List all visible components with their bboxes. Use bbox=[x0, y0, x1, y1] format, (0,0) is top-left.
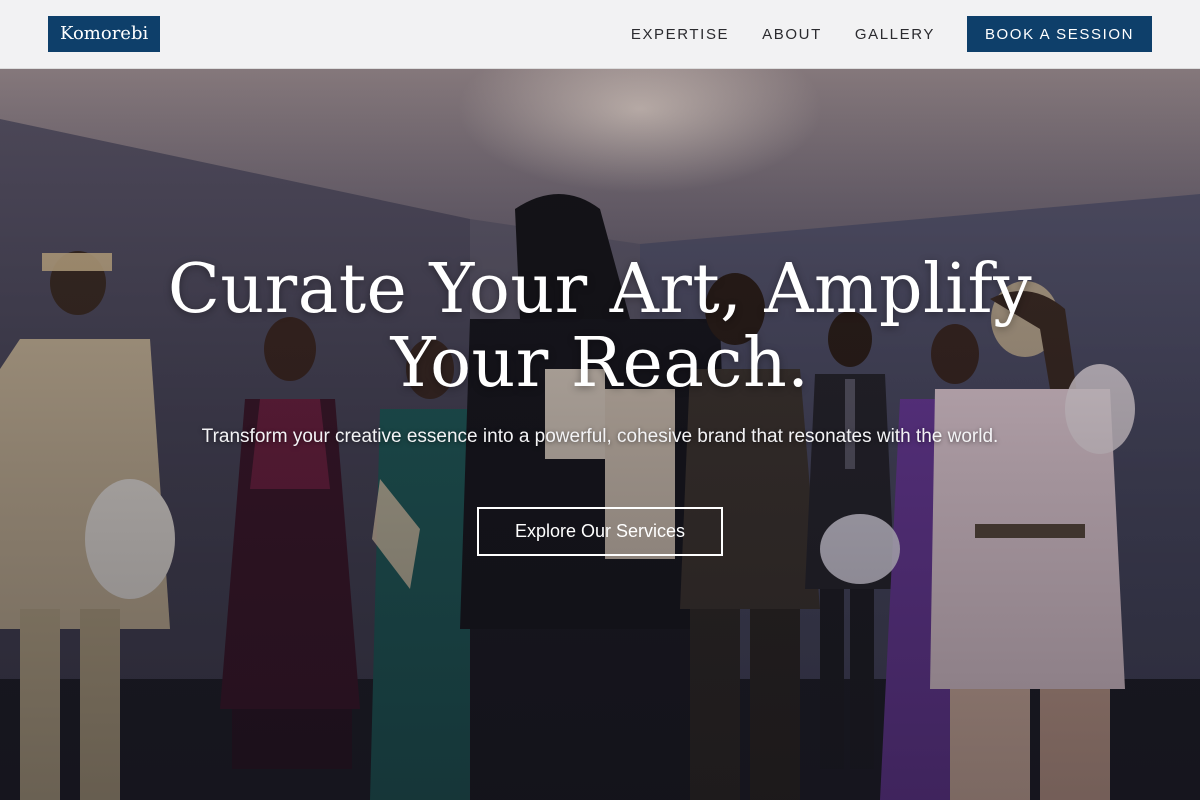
nav-link-about[interactable]: ABOUT bbox=[762, 26, 822, 43]
hero-title-line-1: Curate Your Art, Amplify bbox=[167, 250, 1033, 329]
hero-subtitle: Transform your creative essence into a p… bbox=[201, 426, 999, 447]
hero-title: Curate Your Art, Amplify Your Reach. bbox=[100, 253, 1100, 401]
explore-services-button[interactable]: Explore Our Services bbox=[477, 507, 723, 556]
site-header: Komorebi EXPERTISE ABOUT GALLERY BOOK A … bbox=[0, 0, 1200, 69]
book-session-button[interactable]: BOOK A SESSION bbox=[967, 16, 1152, 52]
main-nav: EXPERTISE ABOUT GALLERY BOOK A SESSION bbox=[631, 0, 1200, 68]
brand-logo[interactable]: Komorebi bbox=[48, 16, 161, 52]
hero-section: Curate Your Art, Amplify Your Reach. Tra… bbox=[0, 69, 1200, 800]
hero-title-line-2: Your Reach. bbox=[390, 324, 810, 403]
nav-link-gallery[interactable]: GALLERY bbox=[855, 26, 935, 43]
nav-link-expertise[interactable]: EXPERTISE bbox=[631, 26, 729, 43]
